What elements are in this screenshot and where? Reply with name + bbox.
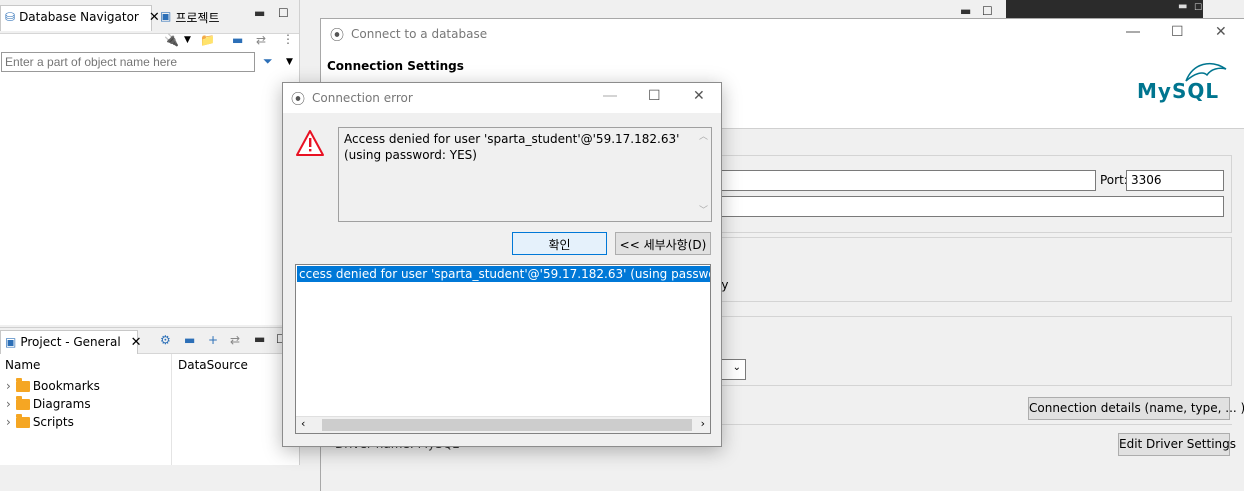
database-field[interactable]	[710, 196, 1224, 217]
maximize-icon[interactable]: ☐	[1194, 3, 1202, 13]
tree-item-diagrams[interactable]: › Diagrams	[6, 395, 91, 411]
folder-icon	[15, 377, 30, 392]
details-toggle-button[interactable]: << 세부사항(D)	[615, 232, 711, 255]
dialog-titlebar: ⦿ Connect to a database ― ☐ ✕	[321, 19, 1244, 49]
project-general-panel: ▣ Project - General ✕ ⚙ ▬ + ⇄ ▬ ☐ Name D…	[0, 327, 300, 466]
project-tabbar: ▣ Project - General ✕ ⚙ ▬ + ⇄ ▬ ☐	[0, 328, 299, 354]
new-connection-icon[interactable]: 🔌	[164, 33, 179, 47]
maximize-icon[interactable]: ☐	[278, 6, 289, 20]
background-window-strip: ▬ ☐	[1006, 0, 1203, 18]
connection-details-button[interactable]: Connection details (name, type, ... )	[1028, 397, 1244, 420]
new-folder-icon[interactable]: 📁	[200, 33, 215, 47]
tab-project-general[interactable]: ▣ Project - General ✕	[0, 330, 142, 354]
edit-driver-settings-button[interactable]: Edit Driver Settings	[1118, 433, 1236, 456]
scroll-left-icon[interactable]: ‹	[301, 417, 305, 430]
tree-item-label: Scripts	[32, 415, 74, 429]
minimize-icon[interactable]: ▬	[960, 4, 971, 18]
folder-icon	[15, 395, 30, 410]
minimize-icon[interactable]: ▬	[254, 332, 265, 346]
database-navigator-panel: ⛁ Database Navigator ✕ ▣ 프로젝트 ▬ ☐ 🔌 ▼ 📁 …	[0, 0, 300, 325]
column-header-name[interactable]: Name	[5, 358, 40, 372]
scrollbar-thumb[interactable]	[322, 419, 692, 431]
tree-item-scripts[interactable]: › Scripts	[6, 413, 74, 429]
port-field[interactable]: 3306	[1126, 170, 1224, 191]
navigator-tabbar: ⛁ Database Navigator ✕ ▣ 프로젝트 ▬ ☐	[0, 0, 299, 34]
port-label: Port:	[1100, 173, 1128, 187]
tree-item-bookmarks[interactable]: › Bookmarks	[6, 377, 100, 393]
status-strip	[0, 465, 300, 491]
close-icon[interactable]: ✕	[693, 88, 705, 104]
minimize-icon[interactable]: ―	[603, 88, 617, 104]
dropdown-arrow-icon[interactable]: ▼	[184, 35, 191, 45]
chevron-right-icon[interactable]: ›	[6, 397, 11, 411]
project-icon: ▣	[5, 335, 17, 349]
tab-project[interactable]: ▣ 프로젝트	[156, 5, 226, 31]
chevron-right-icon[interactable]: ›	[6, 415, 11, 429]
dbeaver-icon: ⦿	[291, 92, 305, 108]
link-editor-icon[interactable]: ⇄	[256, 33, 266, 47]
horizontal-scrollbar[interactable]: ‹ ›	[296, 416, 710, 433]
maximize-icon[interactable]: ☐	[982, 4, 993, 18]
selected-detail-row[interactable]: ccess denied for user 'sparta_student'@'…	[297, 266, 710, 282]
chevron-down-icon[interactable]: ⌄	[733, 362, 741, 373]
collapse-all-icon[interactable]: ▬	[232, 33, 243, 47]
chevron-right-icon[interactable]: ›	[6, 379, 11, 393]
folder-icon	[15, 413, 30, 428]
tab-label: 프로젝트	[175, 11, 220, 25]
project-icon: ▣	[160, 9, 172, 23]
collapse-icon[interactable]: ▬	[184, 333, 195, 347]
filter-dropdown-icon[interactable]: ▼	[286, 57, 293, 67]
database-icon: ⛁	[5, 10, 16, 24]
close-icon[interactable]: ✕	[1215, 24, 1227, 40]
close-icon[interactable]: ✕	[131, 335, 142, 350]
dbeaver-icon: ⦿	[330, 28, 344, 44]
dolphin-icon	[1185, 62, 1227, 82]
scroll-right-icon[interactable]: ›	[701, 417, 705, 430]
filter-icon[interactable]: ⏷	[263, 54, 273, 69]
column-divider	[171, 354, 172, 466]
host-field[interactable]	[710, 170, 1096, 191]
expand-icon[interactable]: +	[208, 333, 218, 347]
error-message-box: Access denied for user 'sparta_student'@…	[338, 127, 712, 222]
connection-settings-heading: Connection Settings	[327, 59, 464, 73]
tree-item-label: Diagrams	[32, 397, 91, 411]
dialog-title: Connection error	[312, 91, 413, 105]
maximize-icon[interactable]: ☐	[1171, 24, 1184, 40]
connection-error-dialog: ⦿ Connection error ― ☐ ✕ Access denied f…	[282, 82, 722, 447]
dialog-title: Connect to a database	[351, 27, 488, 41]
error-message-text: Access denied for user 'sparta_student'@…	[344, 132, 680, 162]
scroll-down-icon[interactable]: ﹀	[699, 203, 708, 219]
link-icon[interactable]: ⇄	[230, 333, 240, 347]
minimize-icon[interactable]: ▬	[1178, 1, 1187, 12]
minimize-icon[interactable]: ―	[1126, 24, 1140, 40]
tab-label: Project - General	[20, 335, 121, 349]
warning-icon	[296, 130, 324, 156]
scroll-up-icon[interactable]: ︿	[699, 129, 708, 145]
view-menu-icon[interactable]: ⋮	[282, 32, 294, 46]
dialog-titlebar: ⦿ Connection error ― ☐ ✕	[283, 83, 721, 113]
error-details-list[interactable]: ccess denied for user 'sparta_student'@'…	[295, 264, 711, 434]
settings-gear-icon[interactable]: ⚙	[160, 333, 171, 347]
ok-button[interactable]: 확인	[512, 232, 607, 255]
object-filter-input[interactable]	[1, 52, 255, 72]
tree-item-label: Bookmarks	[32, 379, 100, 393]
editor-area-top: ▬ ☐	[304, 0, 1006, 18]
column-header-datasource[interactable]: DataSource	[178, 358, 248, 372]
tab-database-navigator[interactable]: ⛁ Database Navigator ✕	[0, 5, 160, 31]
tab-label: Database Navigator	[19, 10, 139, 24]
minimize-icon[interactable]: ▬	[254, 6, 265, 20]
maximize-icon[interactable]: ☐	[648, 88, 661, 104]
